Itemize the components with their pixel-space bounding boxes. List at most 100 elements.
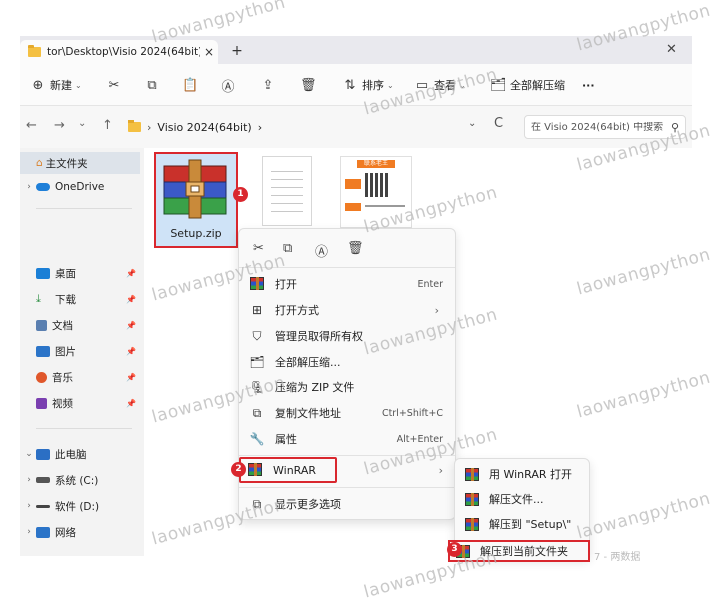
sidebar-item-music[interactable]: 音乐 📌 bbox=[20, 366, 140, 388]
menu-item-copy-path[interactable]: ⧉ 复制文件地址 Ctrl+Shift+C bbox=[243, 401, 451, 425]
sidebar-item-documents[interactable]: 文档 📌 bbox=[20, 314, 140, 336]
scissors-icon: ✂ bbox=[108, 77, 120, 93]
sidebar-item-desktop[interactable]: 桌面 📌 bbox=[20, 262, 140, 284]
pin-icon[interactable]: 📌 bbox=[126, 373, 136, 382]
refresh-icon[interactable]: C bbox=[494, 116, 503, 131]
rename-button[interactable]: Ⓐ bbox=[220, 74, 236, 96]
chevron-down-icon: ⌄ bbox=[459, 80, 466, 90]
tab-title: tor\Desktop\Visio 2024(64bit) bbox=[47, 46, 200, 58]
new-button[interactable]: ⊕ 新建 ⌄ bbox=[30, 74, 82, 96]
menu-item-take-ownership[interactable]: ⛉ 管理员取得所有权 bbox=[243, 324, 451, 348]
divider bbox=[36, 208, 132, 209]
share-button[interactable]: ⇪ bbox=[260, 74, 276, 96]
pin-icon[interactable]: 📌 bbox=[126, 399, 136, 408]
file-item-qr-image[interactable]: 联系老王 bbox=[340, 156, 412, 228]
tab-visio-folder[interactable]: tor\Desktop\Visio 2024(64bit) × bbox=[20, 40, 218, 64]
menu-item-shortcut: Enter bbox=[417, 278, 444, 290]
search-box[interactable]: ⚲ bbox=[524, 115, 686, 139]
pin-icon[interactable]: 📌 bbox=[126, 347, 136, 356]
network-icon bbox=[36, 526, 50, 538]
download-icon: ⤓ bbox=[36, 292, 41, 305]
file-item-setup-zip[interactable]: Setup.zip bbox=[154, 152, 238, 248]
sidebar-item-label: 桌面 bbox=[55, 267, 76, 280]
submenu-item-extract-to-setup[interactable]: 解压到 "Setup\" bbox=[459, 513, 587, 535]
menu-item-label: 压缩为 ZIP 文件 bbox=[275, 381, 355, 394]
rename-icon[interactable]: Ⓐ bbox=[315, 241, 328, 260]
tab-bar: tor\Desktop\Visio 2024(64bit) × + ✕ bbox=[20, 36, 692, 64]
pin-icon[interactable]: 📌 bbox=[126, 321, 136, 330]
breadcrumb-path[interactable]: Visio 2024(64bit) bbox=[157, 121, 251, 134]
menu-item-label: 显示更多选项 bbox=[275, 498, 341, 511]
sidebar-item-onedrive[interactable]: › OneDrive bbox=[20, 176, 140, 198]
winrar-submenu: 用 WinRAR 打开 解压文件... 解压到 "Setup\" 解压到当前文件… bbox=[448, 458, 590, 562]
cut-icon[interactable]: ✂ bbox=[253, 241, 264, 256]
chevron-right-icon[interactable]: › bbox=[22, 527, 36, 537]
menu-item-compress-zip[interactable]: 🗜 压缩为 ZIP 文件 bbox=[243, 375, 451, 399]
navigation-pane: ⌂ 主文件夹 › OneDrive 桌面 📌 ⤓ 下载 📌 文档 📌 图片 📌 … bbox=[20, 148, 140, 556]
pin-icon[interactable]: 📌 bbox=[126, 295, 136, 304]
sidebar-item-label: 主文件夹 bbox=[45, 157, 88, 170]
menu-item-extract-all[interactable]: 🗂 全部解压缩... bbox=[243, 350, 451, 374]
sidebar-item-downloads[interactable]: ⤓ 下载 📌 bbox=[20, 288, 140, 310]
address-dropdown-icon[interactable]: ⌄ bbox=[468, 118, 476, 129]
more-options-button[interactable]: ··· bbox=[582, 74, 595, 96]
chevron-right-icon: › bbox=[434, 303, 439, 317]
sidebar-item-pictures[interactable]: 图片 📌 bbox=[20, 340, 140, 362]
menu-item-open-with[interactable]: ⊞ 打开方式 › bbox=[243, 298, 451, 322]
sidebar-item-drive-c[interactable]: › 系统 (C:) bbox=[20, 469, 140, 491]
menu-item-winrar[interactable]: WinRAR bbox=[239, 457, 337, 483]
paste-button[interactable]: 📋 bbox=[182, 74, 198, 96]
text-line bbox=[271, 195, 303, 196]
tab-close-icon[interactable]: × bbox=[200, 45, 218, 59]
share-icon: ⇪ bbox=[262, 77, 274, 93]
menu-item-label: 管理员取得所有权 bbox=[275, 330, 363, 343]
view-button[interactable]: ▭ 查看 ⌄ bbox=[414, 74, 466, 96]
search-icon[interactable]: ⚲ bbox=[671, 121, 679, 134]
sort-button[interactable]: ⇅ 排序 ⌄ bbox=[342, 74, 394, 96]
window-close-icon[interactable]: ✕ bbox=[666, 42, 677, 57]
submenu-item-open-with-winrar[interactable]: 用 WinRAR 打开 bbox=[459, 463, 587, 485]
copy-icon[interactable]: ⧉ bbox=[283, 241, 292, 256]
file-item-text-document[interactable] bbox=[262, 156, 312, 226]
plus-circle-icon: ⊕ bbox=[32, 77, 44, 93]
submenu-item-extract-files[interactable]: 解压文件... bbox=[459, 488, 587, 510]
breadcrumb[interactable]: › Visio 2024(64bit) › bbox=[128, 115, 508, 139]
chevron-right-icon[interactable]: › bbox=[22, 475, 36, 485]
search-input[interactable] bbox=[531, 121, 671, 133]
delete-button[interactable]: 🗑 bbox=[300, 74, 317, 96]
copy-button[interactable]: ⧉ bbox=[144, 74, 160, 96]
sidebar-item-label: 下载 bbox=[55, 293, 76, 306]
back-arrow-icon[interactable]: ← bbox=[26, 118, 37, 133]
chevron-down-icon: ⌄ bbox=[387, 80, 394, 90]
sidebar-item-this-pc[interactable]: ⌄ 此电脑 bbox=[20, 443, 140, 465]
chevron-right-icon[interactable]: › bbox=[22, 501, 36, 511]
up-arrow-icon[interactable]: ↑ bbox=[102, 118, 113, 133]
step-badge-3: 3 bbox=[447, 542, 462, 557]
winrar-icon bbox=[247, 463, 263, 477]
extract-all-button[interactable]: 🗂 全部解压缩 bbox=[490, 74, 565, 96]
sidebar-item-home[interactable]: ⌂ 主文件夹 bbox=[20, 152, 140, 174]
text-line bbox=[271, 203, 303, 204]
pin-icon[interactable]: 📌 bbox=[126, 269, 136, 278]
cut-button[interactable]: ✂ bbox=[106, 74, 122, 96]
forward-arrow-icon[interactable]: → bbox=[54, 118, 65, 133]
chevron-right-icon[interactable]: › bbox=[22, 182, 36, 192]
desktop-icon bbox=[36, 267, 50, 279]
sidebar-item-label: 此电脑 bbox=[55, 448, 87, 461]
sidebar-item-network[interactable]: › 网络 bbox=[20, 521, 140, 543]
new-tab-button[interactable]: + bbox=[228, 42, 246, 60]
menu-item-open[interactable]: 打开 Enter bbox=[243, 272, 451, 296]
sidebar-item-drive-d[interactable]: › 软件 (D:) bbox=[20, 495, 140, 517]
sidebar-item-videos[interactable]: 视频 📌 bbox=[20, 392, 140, 414]
step-badge-1: 1 bbox=[233, 187, 248, 202]
submenu-item-extract-here[interactable]: 解压到当前文件夹 bbox=[448, 540, 590, 562]
menu-separator bbox=[239, 267, 455, 268]
chevron-down-icon[interactable]: ⌄ bbox=[22, 449, 36, 459]
menu-item-winrar-row[interactable]: WinRAR › bbox=[239, 457, 455, 483]
recent-locations-icon[interactable]: ⌄ bbox=[78, 118, 86, 129]
trash-icon[interactable]: 🗑 bbox=[347, 241, 364, 256]
sidebar-item-label: 网络 bbox=[55, 526, 76, 539]
image-block bbox=[345, 203, 361, 211]
menu-item-show-more-options[interactable]: ⧉ 显示更多选项 bbox=[243, 492, 451, 516]
menu-item-properties[interactable]: 🔧 属性 Alt+Enter bbox=[243, 427, 451, 451]
